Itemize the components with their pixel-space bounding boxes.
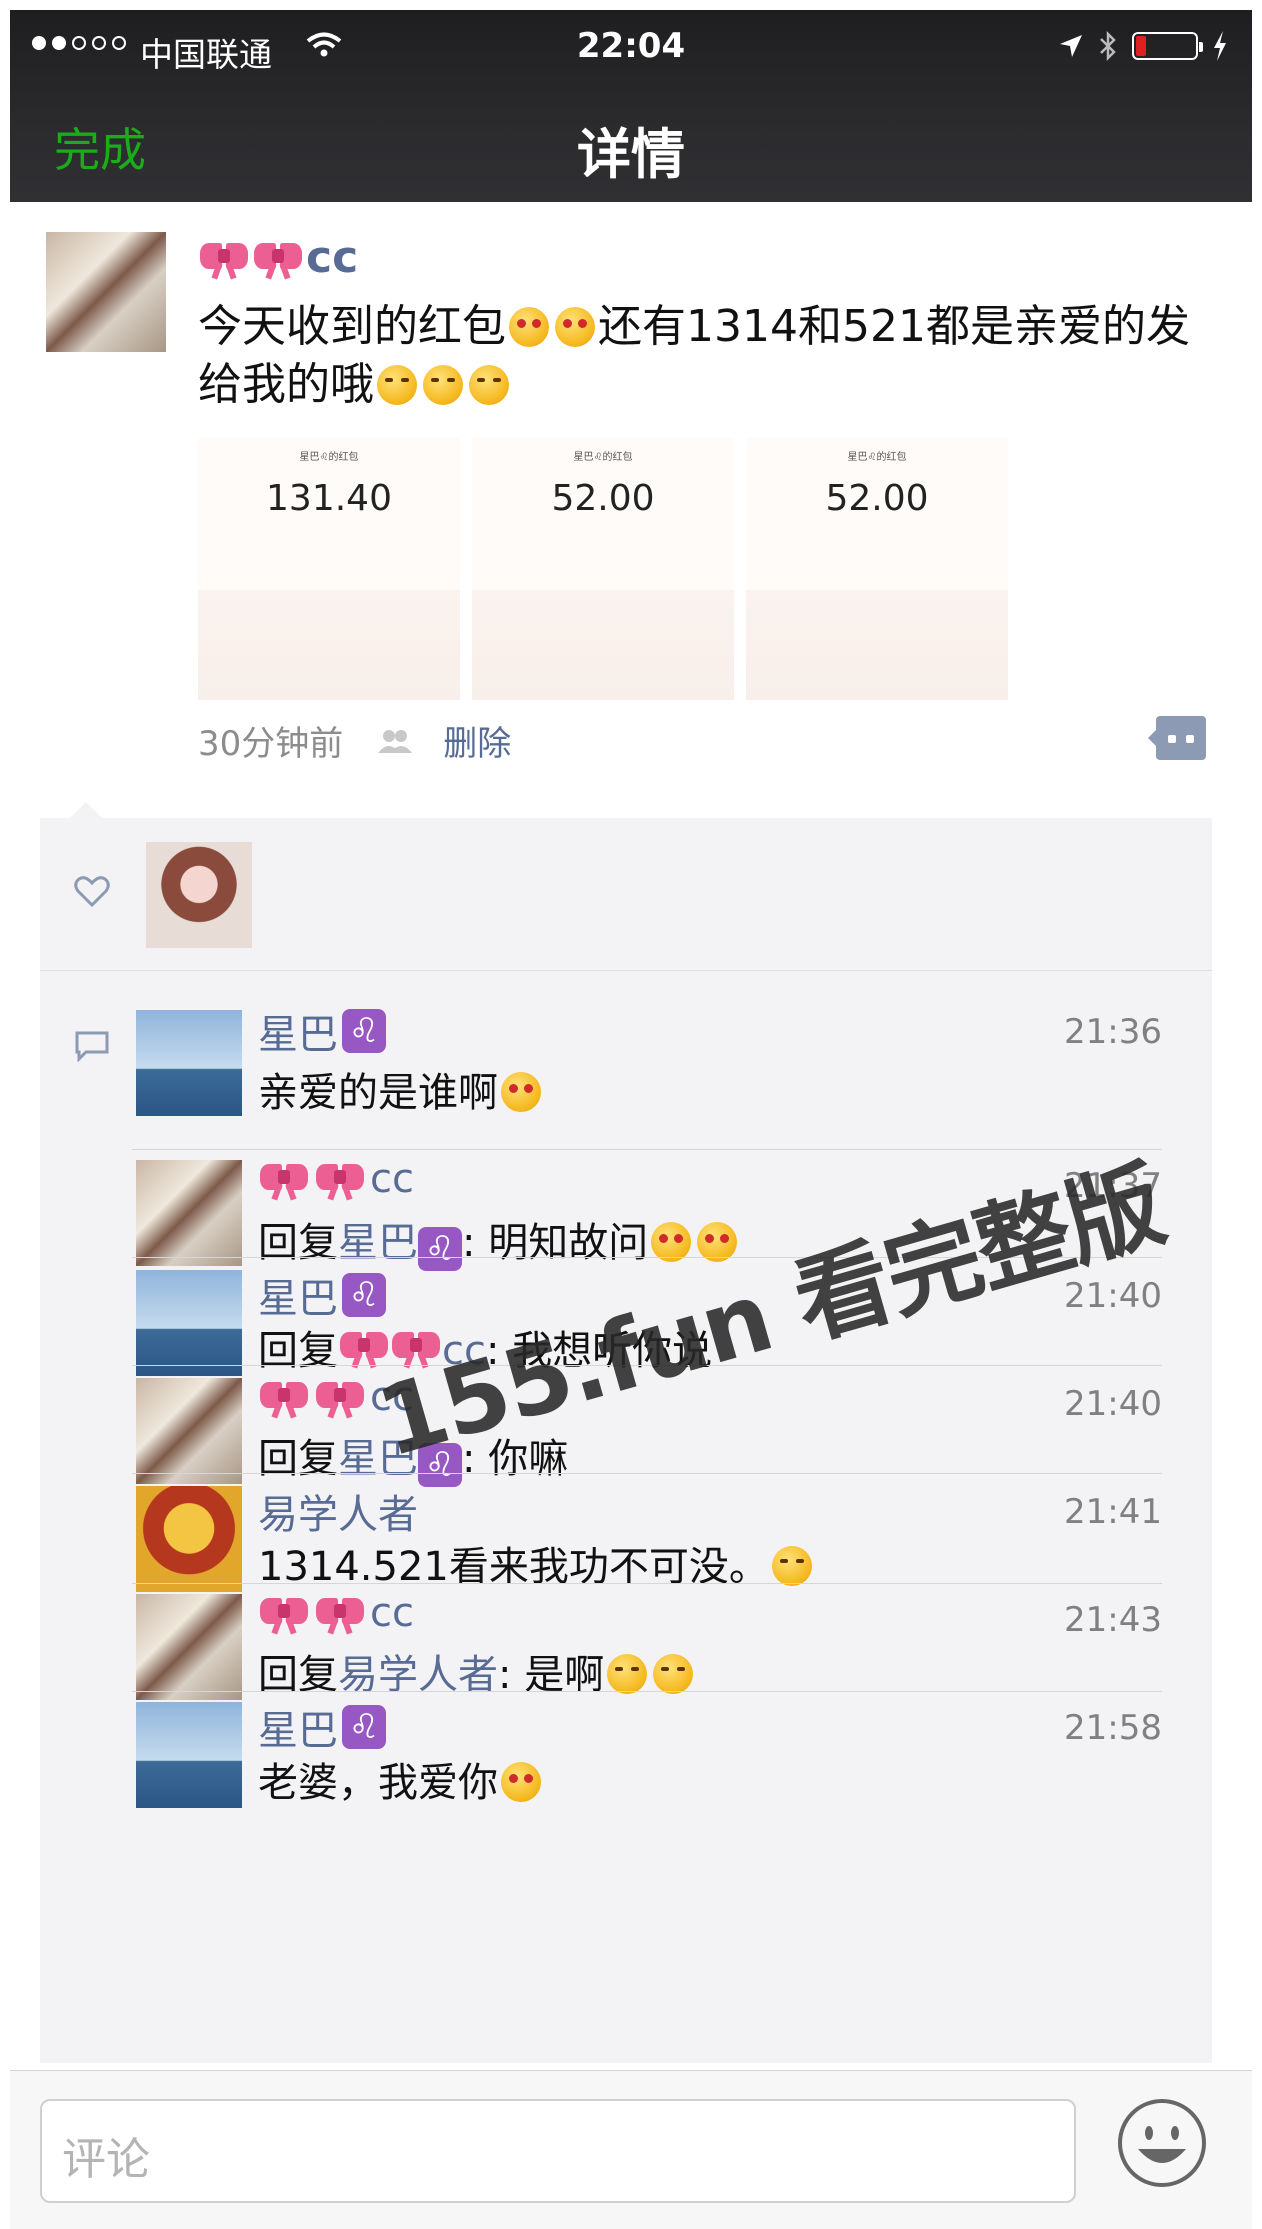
nav-bar: 完成 详情	[10, 72, 1252, 202]
grin-emoji-icon	[771, 1546, 812, 1586]
more-icon[interactable]	[1148, 716, 1206, 760]
grin-emoji-icon	[423, 365, 463, 405]
post-text: 今天收到的红包 还有1314和521都是亲爱的发给我的哦	[198, 301, 1190, 410]
likes-row	[40, 818, 1212, 971]
leo-icon: ♌	[342, 1705, 386, 1749]
avatar[interactable]	[136, 1160, 242, 1266]
delete-button[interactable]: 删除	[443, 716, 511, 765]
comment-time: 21:58	[1064, 1708, 1162, 1748]
friends-icon	[378, 729, 413, 753]
status-bar: 中国联通 22:04	[10, 10, 1252, 74]
red-packet-image[interactable]: 星巴♌的红包 52.00	[472, 438, 734, 700]
comment-author[interactable]: cc	[258, 1156, 414, 1202]
comment-text: 老婆，我爱你	[258, 1750, 544, 1808]
comment-input[interactable]: 评论	[40, 2099, 1076, 2203]
comment-time: 21:40	[1064, 1384, 1162, 1424]
thinking-emoji-icon	[607, 1654, 648, 1694]
charging-icon	[1214, 31, 1226, 61]
avatar[interactable]	[136, 1270, 242, 1376]
comment-time: 21:41	[1064, 1492, 1162, 1532]
page-title: 详情	[577, 123, 685, 186]
comment-time: 21:43	[1064, 1600, 1162, 1640]
comment-author[interactable]: 易学人者	[258, 1482, 418, 1540]
comment-time: 21:36	[1064, 1012, 1162, 1052]
post-meta: 30分钟前 删除	[198, 716, 511, 765]
location-arrow-icon	[1060, 35, 1082, 57]
leo-icon: ♌	[342, 1273, 386, 1317]
kiss-emoji-icon	[501, 1762, 541, 1802]
bow-icon	[258, 1374, 310, 1420]
heart-eyes-emoji-icon	[555, 307, 595, 347]
avatar[interactable]	[136, 1594, 242, 1700]
post-author-name[interactable]: cc	[198, 232, 358, 283]
avatar[interactable]	[136, 1378, 242, 1484]
emoji-icon[interactable]	[1116, 2097, 1208, 2189]
post-time: 30分钟前	[198, 724, 344, 764]
red-packet-image[interactable]: 星巴♌的红包 131.40	[198, 438, 460, 700]
post-images: 星巴♌的红包 131.40 星巴♌的红包 52.00 星巴♌的红包 52.00	[198, 438, 1008, 700]
bow-icon	[314, 1590, 366, 1636]
grin-emoji-icon	[377, 365, 417, 405]
comment-item[interactable]: cc 21:43 回复易学人者: 是啊	[132, 1584, 1192, 1700]
comment-author[interactable]: cc	[258, 1590, 414, 1636]
bow-icon	[314, 1156, 366, 1202]
comment-author[interactable]: 星巴 ♌	[258, 1002, 386, 1060]
comment-text: 亲爱的是谁啊	[258, 1060, 544, 1118]
liker-avatar[interactable]	[146, 842, 252, 948]
comment-item[interactable]: 星巴 ♌ 21:36 亲爱的是谁啊	[132, 996, 1192, 1150]
bluetooth-icon	[1100, 30, 1116, 62]
post-author-avatar[interactable]	[46, 232, 166, 352]
panel-arrow	[70, 802, 102, 818]
smile-emoji-icon	[653, 1654, 694, 1694]
heart-eyes-emoji-icon	[501, 1072, 541, 1112]
bow-icon	[198, 235, 250, 281]
bow-icon	[258, 1156, 310, 1202]
comment-item[interactable]: 星巴 ♌ 21:58 老婆，我爱你	[132, 1692, 1192, 1812]
bow-icon	[314, 1374, 366, 1420]
comment-item[interactable]: 易学人者 21:41 1314.521看来我功不可没。	[132, 1476, 1192, 1592]
comment-author[interactable]: 星巴 ♌	[258, 1266, 386, 1324]
comment-input-bar: 评论	[10, 2070, 1252, 2229]
bow-icon	[258, 1590, 310, 1636]
comment-author[interactable]: 星巴 ♌	[258, 1698, 386, 1756]
top-bar: 中国联通 22:04 完成 详情	[10, 10, 1252, 202]
grin-emoji-icon	[469, 365, 509, 405]
interaction-panel: 星巴 ♌ 21:36 亲爱的是谁啊 cc 21:37 回复星巴 ♌: 明知故问 星巴…	[40, 818, 1212, 2063]
comment-icon	[75, 1031, 109, 1062]
avatar[interactable]	[136, 1010, 242, 1116]
heart-eyes-emoji-icon	[509, 307, 549, 347]
heart-icon	[74, 876, 110, 908]
avatar[interactable]	[136, 1702, 242, 1808]
battery-icon	[1132, 32, 1203, 60]
avatar[interactable]	[136, 1486, 242, 1592]
bow-icon	[252, 235, 304, 281]
leo-icon: ♌	[342, 1009, 386, 1053]
red-packet-image[interactable]: 星巴♌的红包 52.00	[746, 438, 1008, 700]
